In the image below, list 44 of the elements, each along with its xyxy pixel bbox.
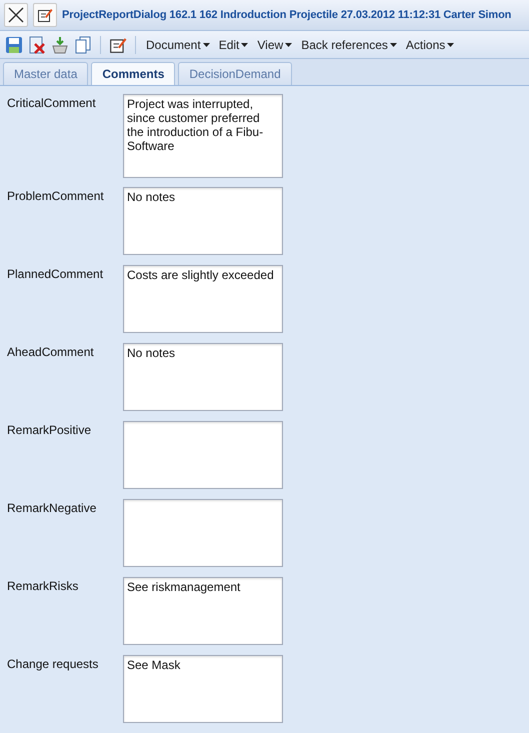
close-icon xyxy=(7,6,25,24)
menu-button[interactable]: Back references xyxy=(298,38,400,52)
tab[interactable]: DecisionDemand xyxy=(178,62,292,85)
caret-icon xyxy=(447,42,454,46)
menu-button[interactable]: Document xyxy=(143,38,213,52)
edit-icon xyxy=(109,36,127,54)
close-button[interactable] xyxy=(4,3,28,27)
field-label: Change requests xyxy=(7,656,100,673)
delete-button[interactable] xyxy=(27,36,47,54)
caret-icon xyxy=(390,42,397,46)
field-label: AheadComment xyxy=(7,344,95,361)
menu-button[interactable]: Edit xyxy=(216,38,252,52)
copy-button[interactable] xyxy=(73,36,93,54)
menu-button[interactable]: Actions xyxy=(402,38,458,52)
edit-button[interactable] xyxy=(108,36,128,54)
caret-icon xyxy=(241,42,248,46)
text-area[interactable]: No notes xyxy=(123,343,283,411)
save-button[interactable] xyxy=(4,36,24,54)
caret-icon xyxy=(285,42,292,46)
delete-document-icon xyxy=(28,36,46,54)
tab[interactable]: Master data xyxy=(3,62,88,85)
text-area[interactable]: See riskmanagement xyxy=(123,577,283,645)
field-label: CriticalComment xyxy=(7,95,97,112)
copy-icon xyxy=(74,36,92,54)
window-title: ProjectReportDialog 162.1 162 Indroduction Projectile 27.03.2012 11:12:31 Carter Simon xyxy=(62,9,512,21)
menu-button[interactable]: View xyxy=(254,38,296,52)
tab[interactable]: Comments xyxy=(91,62,176,85)
text-area[interactable]: See Mask xyxy=(123,655,283,723)
field-label: PlannedComment xyxy=(7,266,104,283)
text-area[interactable]: Project was interrupted, since customer preferred the introduction of a Fibu-Software xyxy=(123,94,283,178)
field-label: RemarkRisks xyxy=(7,578,80,595)
caret-icon xyxy=(202,42,210,46)
field-label: RemarkNegative xyxy=(7,500,98,517)
text-area[interactable] xyxy=(123,421,283,489)
field-label: ProblemComment xyxy=(7,188,105,205)
save-icon xyxy=(5,36,23,54)
text-area[interactable]: No notes xyxy=(123,187,283,255)
edit-button[interactable] xyxy=(33,3,57,27)
text-area[interactable] xyxy=(123,499,283,567)
basket-arrow-icon xyxy=(51,36,69,54)
field-label: RemarkPositive xyxy=(7,422,92,439)
edit-icon xyxy=(37,7,53,23)
text-area[interactable]: Costs are slightly exceeded xyxy=(123,265,283,333)
import-button[interactable] xyxy=(50,36,70,54)
